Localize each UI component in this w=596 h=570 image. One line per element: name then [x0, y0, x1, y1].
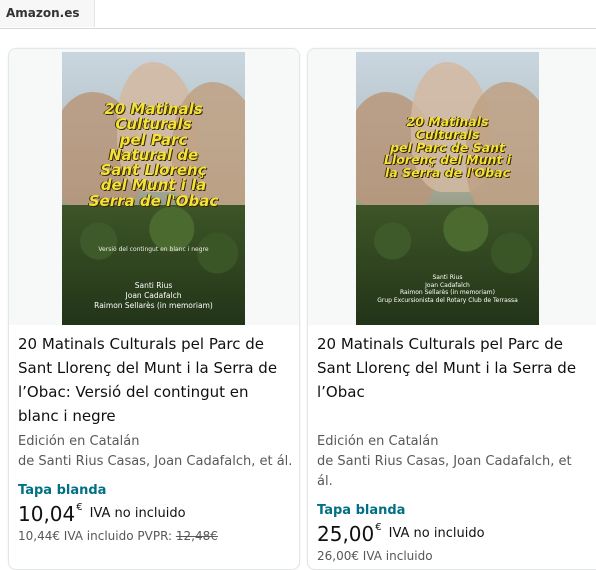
- book-cover-image[interactable]: 20 Matinals Culturals pel Parc Natural d…: [62, 52, 245, 325]
- product-image-area[interactable]: 20 Matinals Culturals pel Parc Natural d…: [9, 49, 299, 325]
- price-row[interactable]: 25,00 € IVA no incluido: [317, 522, 591, 546]
- cover-subtitle: Versió del contingut en blanc i negre: [98, 246, 209, 253]
- cover-title-line: la Serra de l'Obac: [385, 165, 510, 180]
- cover-author: Raimon Sellarès (in memoriam): [400, 289, 495, 296]
- cover-trees: [356, 205, 539, 325]
- authors-line: de Santi Rius Casas, Joan Cadafalch, et …: [317, 454, 572, 489]
- cover-title: 20 Matinals Culturals pel Parc Natural d…: [62, 101, 245, 210]
- price-row[interactable]: 10,04 € IVA no incluido: [18, 502, 293, 526]
- edition-label: Edición en Catalán: [317, 434, 439, 449]
- cover-author: Raimon Sellarès (in memoriam): [94, 300, 213, 310]
- pvpr-price: 12,48€: [175, 529, 218, 543]
- secondary-price: 10,44€ IVA incluido PVPR: 12,48€: [18, 527, 293, 545]
- cover-title-line: Serra de l'Obac: [88, 191, 219, 210]
- cover-author: Grup Excursionista del Rotary Club de Te…: [377, 296, 518, 304]
- iva-label: IVA no incluido: [388, 526, 485, 541]
- product-info: 20 Matinals Culturals pel Parc de Sant L…: [18, 332, 293, 545]
- cover-author: Santi Rius: [134, 281, 173, 290]
- product-card[interactable]: 20 Matinals Culturals pel Parc Natural d…: [8, 48, 300, 570]
- format-link[interactable]: Tapa blanda: [18, 482, 293, 500]
- cover-authors: Santi Rius Joan Cadafalch Raimon Sellarè…: [356, 274, 539, 304]
- product-title-link[interactable]: 20 Matinals Culturals pel Parc de Sant L…: [317, 332, 591, 404]
- product-info: 20 Matinals Culturals pel Parc de Sant L…: [317, 332, 591, 565]
- price-currency: €: [375, 522, 382, 533]
- price-with-iva: 26,00€ IVA incluido: [317, 549, 433, 563]
- edition-label: Edición en Catalán: [18, 434, 140, 449]
- browser-top-bar: Amazon.es: [0, 0, 596, 29]
- iva-label: IVA no incluido: [89, 506, 186, 521]
- price-currency: €: [76, 502, 83, 513]
- cover-author: Joan Cadafalch: [125, 290, 182, 300]
- cover-authors: Santi Rius Joan Cadafalch Raimon Sellarè…: [62, 281, 245, 310]
- price-value: 25,00: [317, 522, 375, 546]
- book-cover-image[interactable]: 20 Matinals Culturals pel Parc de Sant L…: [356, 52, 539, 325]
- product-title-link[interactable]: 20 Matinals Culturals pel Parc de Sant L…: [18, 332, 293, 428]
- price-value: 10,04: [18, 502, 76, 526]
- authors-line: de Santi Rius Casas, Joan Cadafalch, et …: [18, 454, 293, 469]
- format-link[interactable]: Tapa blanda: [317, 502, 591, 520]
- site-tab[interactable]: Amazon.es: [0, 0, 95, 27]
- price-with-iva: 10,44€ IVA incluido PVPR:: [18, 529, 176, 543]
- product-card[interactable]: 20 Matinals Culturals pel Parc de Sant L…: [307, 48, 596, 570]
- cover-title: 20 Matinals Culturals pel Parc de Sant L…: [356, 115, 539, 180]
- product-image-area[interactable]: 20 Matinals Culturals pel Parc de Sant L…: [308, 49, 596, 325]
- cover-author: Joan Cadafalch: [425, 281, 470, 289]
- secondary-price: 26,00€ IVA incluido: [317, 547, 591, 565]
- cover-author: Santi Rius: [432, 274, 463, 281]
